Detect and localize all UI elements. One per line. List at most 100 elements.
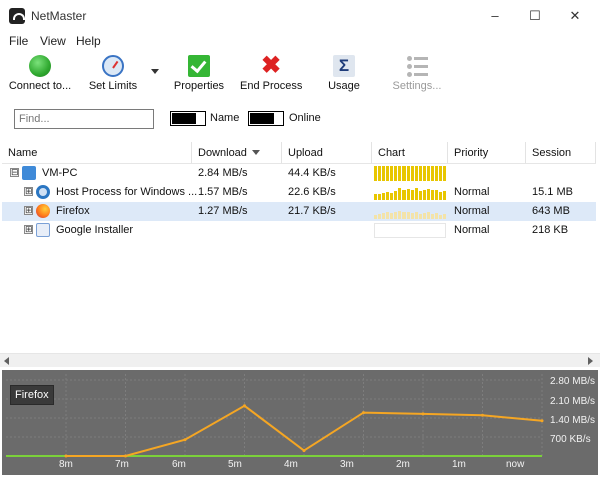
download-rate: 1.27 MB/s [198,205,248,217]
set-limits-dropdown-icon[interactable] [151,69,159,74]
close-button[interactable]: ✕ [560,4,590,28]
upload-rate: 22.6 KB/s [288,186,336,198]
x-tick-label: 6m [172,459,186,470]
google-installer-icon [36,223,50,237]
column-header-download-label: Download [198,147,247,159]
column-header-priority[interactable]: Priority [448,142,526,164]
set-limits-button[interactable]: Set Limits [86,55,140,97]
data-point [243,404,246,408]
priority: Normal [454,186,490,198]
data-point [124,454,127,458]
process-name: Firefox [56,205,90,217]
table-row[interactable]: ⊞ Firefox 1.27 MB/s 21.7 KB/s Normal 643… [2,202,596,221]
toolbar: Connect to... Set Limits Properties ✖ En… [0,52,600,98]
title-bar: NetMaster – ☐ ✕ [0,0,600,32]
sparkline-bars [374,185,447,200]
download-rate: 2.84 MB/s [198,167,248,179]
data-point [421,412,425,416]
table-row[interactable]: ⊟ VM-PC 2.84 MB/s 44.4 KB/s [2,164,596,183]
x-tick-label: 3m [340,459,354,470]
name-toggle[interactable] [170,111,206,126]
table-row[interactable]: ⊞ Google Installer Normal 218 KB [2,221,596,240]
menu-bar: File View Help [0,32,600,52]
sigma-icon: Σ [333,55,355,77]
firefox-icon [36,204,50,218]
data-point [64,454,68,458]
column-header-chart[interactable]: Chart [372,142,448,164]
set-limits-label: Set Limits [88,80,138,92]
column-header-name[interactable]: Name [2,142,192,164]
online-toggle[interactable] [248,111,284,126]
upload-rate: 21.7 KB/s [288,205,336,217]
upload-rate: 44.4 KB/s [288,167,336,179]
x-tick-label: 5m [228,459,242,470]
end-process-label: End Process [240,80,303,92]
process-name: Google Installer [56,224,134,236]
properties-button[interactable]: Properties [170,55,228,97]
x-tick-label: 7m [115,459,129,470]
filter-bar: Name Online [0,100,600,138]
y-tick-label: 2.80 MB/s [550,376,596,387]
data-point [540,419,544,423]
connect-button[interactable]: Connect to... [6,55,74,97]
process-table: Name Download Upload Chart Priority Sess… [2,142,596,352]
download-rate: 1.57 MB/s [198,186,248,198]
priority: Normal [454,205,490,217]
priority: Normal [454,224,490,236]
sparkline-bars [374,204,447,219]
collapse-icon[interactable]: ⊟ [10,168,19,177]
red-x-icon: ✖ [260,52,282,79]
column-header-upload[interactable]: Upload [282,142,372,164]
usage-label: Usage [328,80,360,92]
sparkline-bars [374,166,447,181]
data-point [362,411,365,415]
x-tick-label: 4m [284,459,298,470]
scroll-left-icon[interactable] [4,357,9,365]
minimize-button[interactable]: – [480,4,510,28]
process-name: Host Process for Windows ... [56,186,198,198]
gauge-icon [102,55,124,77]
row-sparkline [374,185,447,200]
row-sparkline [374,166,447,181]
expand-icon[interactable]: ⊞ [24,206,33,215]
properties-label: Properties [173,80,225,92]
column-header-session[interactable]: Session [526,142,596,164]
expand-icon[interactable]: ⊞ [24,187,33,196]
x-tick-label: 1m [452,459,466,470]
horizontal-scrollbar[interactable] [0,353,600,367]
settings-button[interactable]: Settings... [390,55,444,97]
usage-button[interactable]: Σ Usage [326,55,362,97]
data-point [481,413,484,417]
column-header-download[interactable]: Download [192,142,282,164]
graph-process-badge: Firefox [10,385,54,405]
green-circle-icon [29,55,51,77]
settings-sliders-icon [406,55,428,77]
row-sparkline [374,204,447,219]
find-input[interactable] [14,109,154,129]
maximize-button[interactable]: ☐ [520,4,550,28]
y-tick-label: 2.10 MB/s [550,396,596,407]
checkmark-icon [188,55,210,77]
window-title: NetMaster [31,9,87,23]
menu-file[interactable]: File [9,34,28,48]
name-toggle-label: Name [210,112,240,124]
data-point [302,449,306,453]
traffic-graph: Firefox 2.80 MB/s 2.10 MB/s 1.40 MB/s 70… [2,370,598,475]
y-tick-label: 700 KB/s [550,434,591,445]
session-total: 218 KB [532,224,569,236]
x-tick-label: 2m [396,459,410,470]
end-process-button[interactable]: ✖ End Process [240,52,303,97]
scroll-right-icon[interactable] [588,357,593,365]
x-tick-label: 8m [59,459,73,470]
menu-view[interactable]: View [40,34,66,48]
table-row[interactable]: ⊞ Host Process for Windows ... 1.57 MB/s… [2,183,596,202]
x-tick-label: now [506,459,525,470]
session-total: 643 MB [532,205,570,217]
process-name: VM-PC [42,167,78,179]
gear-icon [36,185,50,199]
app-wifi-icon [9,8,25,24]
row-sparkline [374,223,446,238]
menu-help[interactable]: Help [76,34,101,48]
sort-descending-icon [251,150,260,155]
expand-icon[interactable]: ⊞ [24,225,33,234]
